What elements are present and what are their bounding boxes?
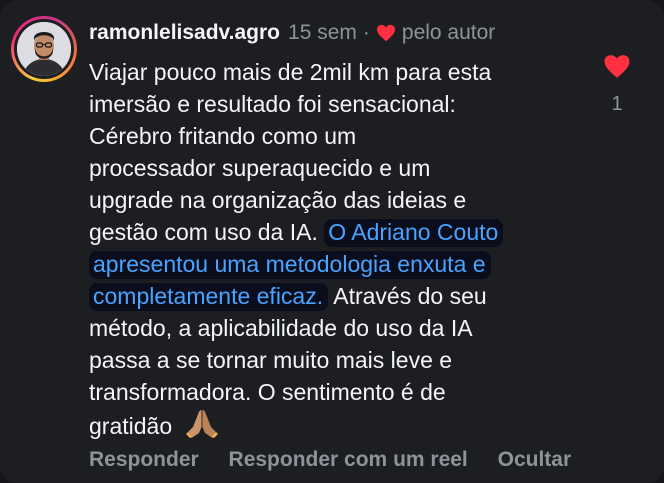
comment-text-segment: Através do seu xyxy=(333,283,487,309)
hide-button[interactable]: Ocultar xyxy=(498,448,572,471)
comment-line: imersão e resultado foi sensacional: xyxy=(89,91,456,117)
comment-line: passa a se tornar muito mais leve e xyxy=(89,347,453,373)
highlighted-text: completamente eficaz. xyxy=(89,283,329,311)
comment-text-segment: gestão com uso da IA. xyxy=(89,219,318,245)
avatar[interactable] xyxy=(17,22,71,76)
reply-with-reel-button[interactable]: Responder com um reel xyxy=(229,448,468,471)
comment-actions: Responder Responder com um reel Ocultar xyxy=(89,448,595,472)
folded-hands-icon xyxy=(185,410,218,438)
comment-text: Viajar pouco mais de 2mil km para esta i… xyxy=(89,56,589,440)
avatar-story-ring[interactable] xyxy=(11,16,77,82)
comment-line: upgrade na organização das ideias e xyxy=(89,187,467,213)
comment-line: método, a aplicabilidade do uso da IA xyxy=(89,315,473,341)
highlighted-text: O Adriano Couto xyxy=(324,219,504,247)
comment-line: gratidão xyxy=(89,408,589,440)
comment-line: gestão com uso da IA. O Adriano Couto xyxy=(89,216,589,248)
like-heart-icon[interactable] xyxy=(603,54,631,79)
username-link[interactable]: ramonlelisadv.agro xyxy=(89,20,280,46)
liked-by-author-label: pelo autor xyxy=(401,21,496,44)
comment-line: completamente eficaz. Através do seu xyxy=(89,280,589,312)
comment-line: apresentou uma metodologia enxuta e xyxy=(89,248,589,280)
comment-header: ramonlelisadv.agro 15 sem · pelo autor xyxy=(89,20,495,46)
comment-line: processador superaquecido e um xyxy=(89,155,431,181)
comment-text-segment: gratidão xyxy=(89,413,173,439)
highlighted-text: apresentou uma metodologia enxuta e xyxy=(89,251,491,279)
separator-dot: · xyxy=(362,21,370,44)
comment-timestamp: 15 sem xyxy=(288,21,357,44)
like-count[interactable]: 1 xyxy=(606,93,628,116)
comment-line: transformadora. O sentimento é de xyxy=(89,379,446,405)
author-liked-heart-icon xyxy=(376,24,395,42)
comment-line: Cérebro fritando como um xyxy=(89,123,357,149)
reply-button[interactable]: Responder xyxy=(89,448,199,471)
comment-card: ramonlelisadv.agro 15 sem · pelo autor V… xyxy=(0,0,664,483)
avatar-photo xyxy=(17,22,71,76)
comment-line: Viajar pouco mais de 2mil km para esta xyxy=(89,59,492,85)
